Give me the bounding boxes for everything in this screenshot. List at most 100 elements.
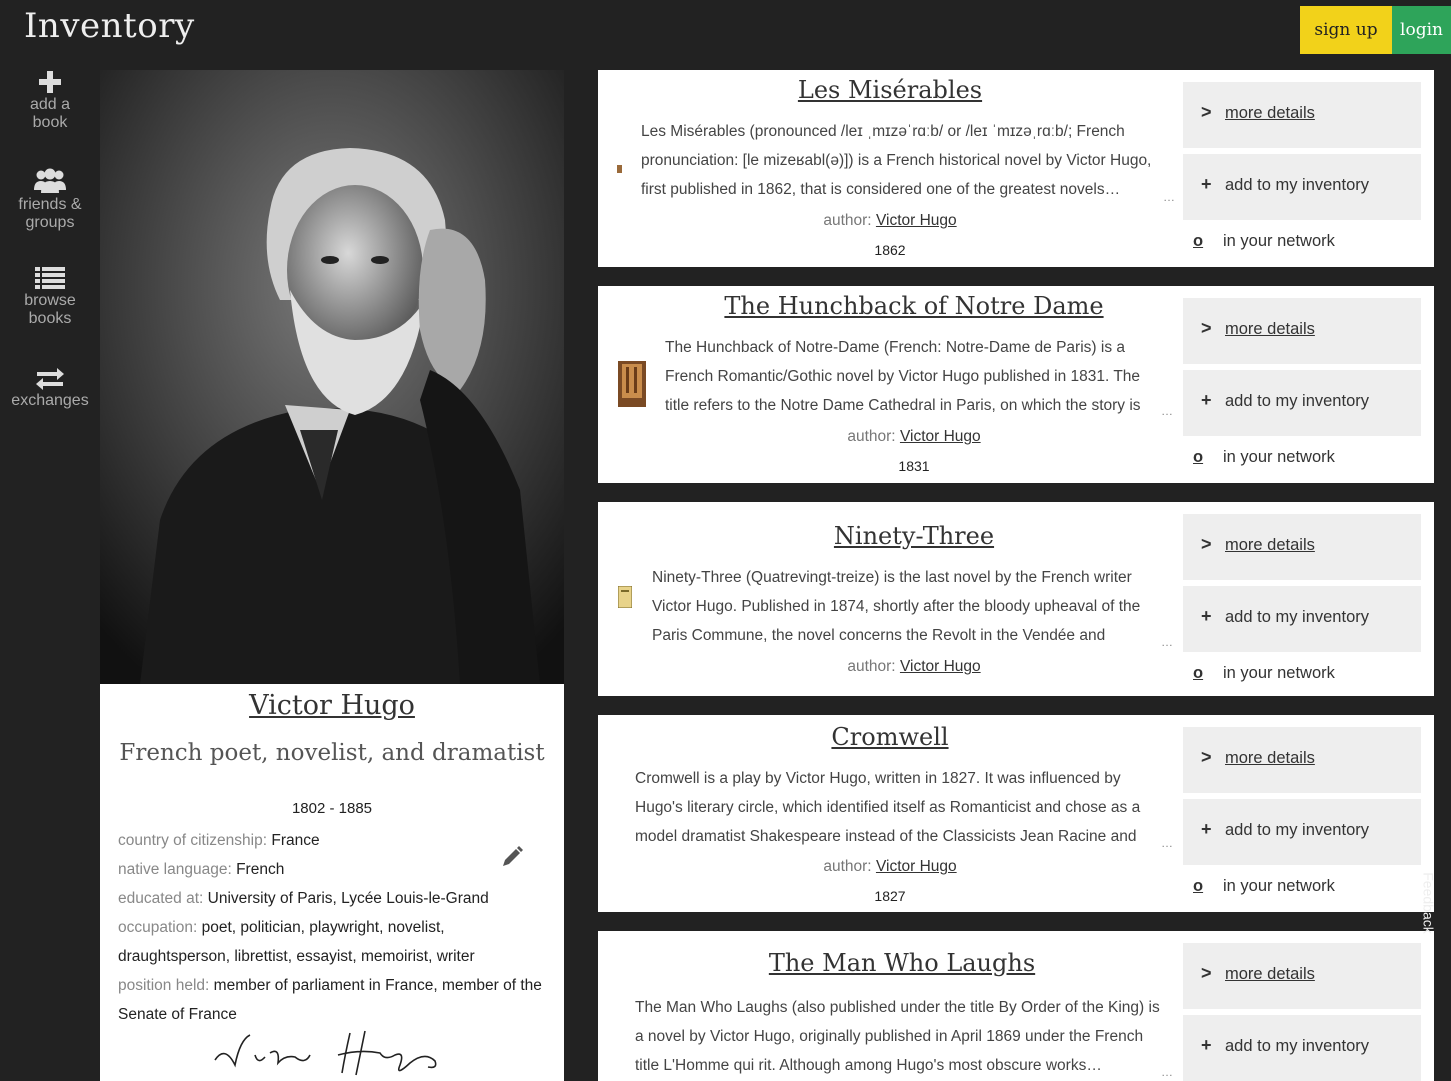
network-count-icon: o xyxy=(1193,448,1204,466)
author-label: author: xyxy=(823,212,872,229)
chevron-right-icon: > xyxy=(1201,963,1212,983)
author-name[interactable]: Victor Hugo xyxy=(100,690,564,721)
book-info: Cromwell Cromwell is a play by Victor Hu… xyxy=(598,715,1182,912)
book-title[interactable]: The Man Who Laughs xyxy=(610,949,1194,977)
feedback-label: Feedback xyxy=(1420,872,1437,934)
claim-label: country of citizenship: xyxy=(118,832,268,849)
book-author: author: Victor Hugo xyxy=(598,858,1182,876)
book-description: Ninety-Three (Quatrevingt-treize) is the… xyxy=(652,569,1141,644)
more-details-label: more details xyxy=(1225,749,1315,767)
claim-language: native language: French xyxy=(118,855,548,884)
claim-label: position held: xyxy=(118,977,210,994)
pencil-icon[interactable] xyxy=(500,845,524,869)
plus-icon: + xyxy=(1201,1035,1212,1055)
book-author: author: Victor Hugo xyxy=(622,658,1206,676)
network-count-icon: o xyxy=(1193,664,1204,682)
book-cover[interactable] xyxy=(617,165,622,173)
description-ellipsis: … xyxy=(1163,190,1175,204)
nav-add-book[interactable]: add a book xyxy=(0,70,100,132)
more-details-label: more details xyxy=(1225,104,1315,122)
add-inventory-label: add to my inventory xyxy=(1225,821,1369,839)
author-signature xyxy=(214,1030,437,1076)
nav-browse-label-1: browse xyxy=(24,292,76,309)
book-card: Cromwell Cromwell is a play by Victor Hu… xyxy=(598,715,1434,912)
in-network-label: in your network xyxy=(1223,664,1335,682)
claim-label: occupation: xyxy=(118,919,198,936)
author-link[interactable]: Victor Hugo xyxy=(876,212,957,229)
users-icon xyxy=(34,168,66,193)
author-link[interactable]: Victor Hugo xyxy=(900,428,981,445)
book-info: Ninety-Three Ninety-Three (Quatrevingt-t… xyxy=(598,502,1182,696)
book-card: Ninety-Three Ninety-Three (Quatrevingt-t… xyxy=(598,502,1434,696)
author-link[interactable]: Victor Hugo xyxy=(876,858,957,875)
description-ellipsis: … xyxy=(1161,404,1173,418)
book-title[interactable]: Ninety-Three xyxy=(622,522,1206,550)
author-label: author: xyxy=(847,658,896,675)
book-year: 1827 xyxy=(874,888,906,904)
chevron-right-icon: > xyxy=(1201,318,1212,338)
author-portrait xyxy=(100,70,564,684)
book-title[interactable]: Cromwell xyxy=(598,723,1182,751)
nav-friends-groups[interactable]: friends & groups xyxy=(0,168,100,232)
chevron-right-icon: > xyxy=(1201,102,1212,122)
add-inventory-label: add to my inventory xyxy=(1225,1037,1369,1055)
chevron-right-icon: > xyxy=(1201,747,1212,767)
in-network-label: in your network xyxy=(1223,877,1335,895)
more-details-button[interactable]: > more details xyxy=(1183,82,1421,148)
in-network-label: in your network xyxy=(1223,232,1335,250)
in-network-link[interactable]: o in your network xyxy=(1183,228,1421,258)
in-network-label: in your network xyxy=(1223,448,1335,466)
login-button[interactable]: login xyxy=(1392,6,1451,54)
add-to-inventory-button[interactable]: + add to my inventory xyxy=(1183,154,1421,220)
author-claims: country of citizenship: France native la… xyxy=(118,826,548,1029)
in-network-link[interactable]: o in your network xyxy=(1183,873,1421,903)
nav-exchanges[interactable]: exchanges xyxy=(0,368,100,410)
author-description: French poet, novelist, and dramatist xyxy=(119,740,545,766)
add-inventory-label: add to my inventory xyxy=(1225,392,1369,410)
book-title[interactable]: Les Misérables xyxy=(598,76,1182,104)
more-details-label: more details xyxy=(1225,965,1315,983)
book-cover[interactable] xyxy=(618,361,646,407)
plus-icon: + xyxy=(1201,819,1212,839)
list-icon xyxy=(35,267,65,289)
in-network-link[interactable]: o in your network xyxy=(1183,444,1421,474)
add-to-inventory-button[interactable]: + add to my inventory xyxy=(1183,370,1421,436)
signup-button[interactable]: sign up xyxy=(1300,6,1392,54)
in-network-link[interactable]: o in your network xyxy=(1183,660,1421,690)
book-cover[interactable] xyxy=(618,586,632,608)
top-bar: Inventory sign up login xyxy=(0,0,1451,56)
more-details-button[interactable]: > more details xyxy=(1183,514,1421,580)
book-author: author: Victor Hugo xyxy=(598,212,1182,230)
add-inventory-label: add to my inventory xyxy=(1225,176,1369,194)
book-card: The Man Who Laughs The Man Who Laughs (a… xyxy=(598,931,1434,1081)
author-link[interactable]: Victor Hugo xyxy=(900,658,981,675)
book-title[interactable]: The Hunchback of Notre Dame xyxy=(622,292,1206,320)
network-count-icon: o xyxy=(1193,232,1204,250)
book-year: 1831 xyxy=(898,458,930,474)
add-to-inventory-button[interactable]: + add to my inventory xyxy=(1183,1015,1421,1081)
author-dates: 1802 - 1885 xyxy=(291,800,373,817)
claim-occupation: occupation: poet, politician, playwright… xyxy=(118,913,548,971)
author-label: author: xyxy=(823,858,872,875)
claim-country: country of citizenship: France xyxy=(118,826,548,855)
author-label: author: xyxy=(847,428,896,445)
add-to-inventory-button[interactable]: + add to my inventory xyxy=(1183,586,1421,652)
nav-exchanges-label: exchanges xyxy=(11,392,89,409)
more-details-button[interactable]: > more details xyxy=(1183,943,1421,1009)
app-brand[interactable]: Inventory xyxy=(24,6,195,46)
claim-label: native language: xyxy=(118,861,232,878)
more-details-button[interactable]: > more details xyxy=(1183,727,1421,793)
book-info: The Man Who Laughs The Man Who Laughs (a… xyxy=(598,931,1182,1081)
more-details-button[interactable]: > more details xyxy=(1183,298,1421,364)
claim-education: educated at: University of Paris, Lycée … xyxy=(118,884,548,913)
nav-friends-label-2: groups xyxy=(25,214,75,231)
add-to-inventory-button[interactable]: + add to my inventory xyxy=(1183,799,1421,865)
more-details-label: more details xyxy=(1225,320,1315,338)
add-inventory-label: add to my inventory xyxy=(1225,608,1369,626)
claim-value: French xyxy=(236,861,285,878)
nav-browse-label-2: books xyxy=(28,310,72,327)
book-year: 1862 xyxy=(874,242,906,258)
book-description: Les Misérables (pronounced /leɪ ˌmɪzəˈrɑ… xyxy=(641,123,1152,198)
nav-browse-books[interactable]: browse books xyxy=(0,266,100,328)
feedback-tab[interactable]: Feedback xyxy=(1421,850,1451,960)
